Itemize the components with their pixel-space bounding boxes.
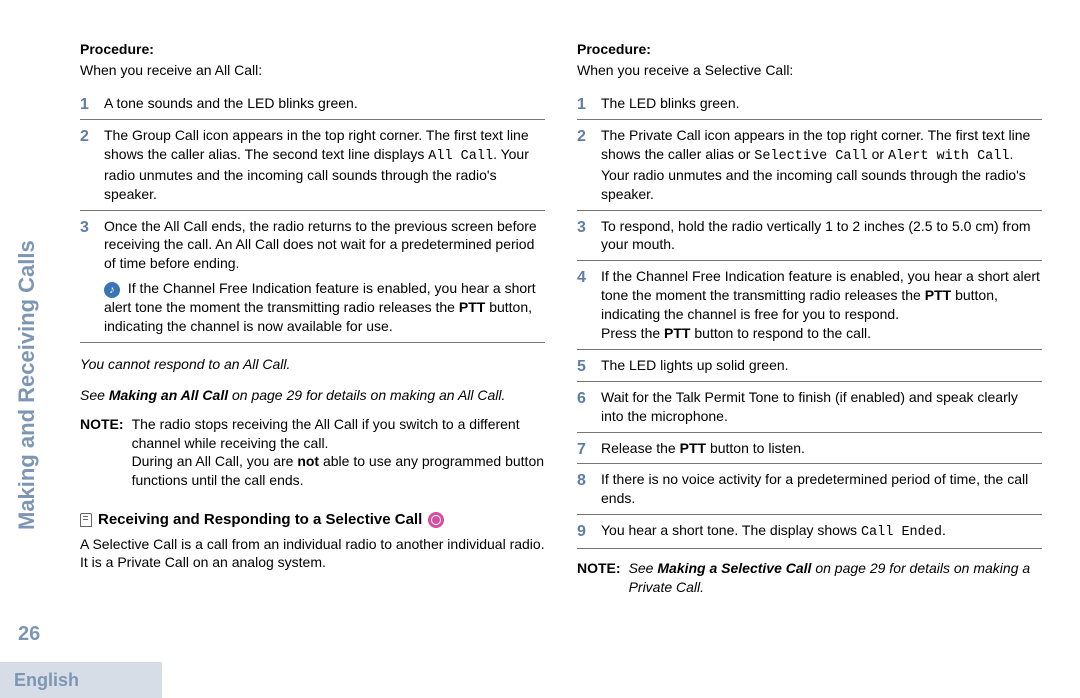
emphasis: not [297,453,319,469]
step-text: Press the [601,325,664,341]
selective-call-steps: The LED blinks green. The Private Call i… [577,88,1042,550]
see-reference: See Making an All Call on page 29 for de… [80,386,545,405]
page-number: 26 [18,621,40,648]
left-column: Procedure: When you receive an All Call:… [80,40,545,638]
note-body: See Making a Selective Call on page 29 f… [629,559,1042,597]
step-6: Wait for the Talk Permit Tone to finish … [577,382,1042,433]
note-block: NOTE: The radio stops receiving the All … [80,415,545,491]
manual-page: Making and Receiving Calls 26 English Pr… [0,0,1080,698]
step-1: A tone sounds and the LED blinks green. [80,88,545,120]
ref-link: Making a Selective Call [657,560,811,576]
all-call-steps: A tone sounds and the LED blinks green. … [80,88,545,343]
ptt-label: PTT [680,440,706,456]
step-9: You hear a short tone. The display shows… [577,515,1042,549]
section-title-vertical: Making and Receiving Calls [12,240,42,530]
ref-text: See [80,387,109,403]
ptt-label: PTT [925,287,951,303]
content-area: Procedure: When you receive an All Call:… [60,0,1080,698]
section-heading: Receiving and Responding to a Selective … [80,510,545,530]
step-text: A tone sounds and the LED blinks green. [104,95,358,111]
step-text: button to listen. [706,440,805,456]
step-1: The LED blinks green. [577,88,1042,120]
step-2: The Group Call icon appears in the top r… [80,120,545,211]
step-text: button to respond to the call. [690,325,871,341]
language-bar: English [0,662,162,698]
ref-link: Making an All Call [109,387,228,403]
cannot-respond-note: You cannot respond to an All Call. [80,355,545,374]
ref-text: on page 29 for details on making an All … [228,387,505,403]
step-text: To respond, hold the radio vertically 1 … [601,218,1031,253]
ptt-label: PTT [664,325,690,341]
procedure-label: Procedure: [577,40,1042,59]
procedure-intro: When you receive a Selective Call: [577,61,1042,80]
selective-call-icon [428,512,444,528]
procedure-label: Procedure: [80,40,545,59]
note-body: The radio stops receiving the All Call i… [132,415,545,491]
step-2: The Private Call icon appears in the top… [577,120,1042,211]
step-text: You hear a short tone. The display shows [601,522,861,538]
info-icon: ♪ [104,282,120,298]
ptt-label: PTT [459,299,485,315]
step-8: If there is no voice activity for a pred… [577,464,1042,515]
step-5: The LED lights up solid green. [577,350,1042,382]
step-text: If there is no voice activity for a pred… [601,471,1028,506]
procedure-intro: When you receive an All Call: [80,61,545,80]
step-3: To respond, hold the radio vertically 1 … [577,211,1042,262]
step-text: . [942,522,946,538]
step-text: or [868,146,888,162]
right-column: Procedure: When you receive a Selective … [577,40,1042,638]
step-4: If the Channel Free Indication feature i… [577,261,1042,350]
step-text: The LED lights up solid green. [601,357,789,373]
step-3: Once the All Call ends, the radio return… [80,211,545,343]
code-text: Alert with Call [888,149,1010,164]
heading-text: Receiving and Responding to a Selective … [98,510,422,530]
note-label: NOTE: [577,559,621,597]
note-label: NOTE: [80,415,124,491]
step-text: The LED blinks green. [601,95,740,111]
step-text: Release the [601,440,680,456]
ref-text: See [629,560,658,576]
code-text: Selective Call [754,149,867,164]
step-text: Once the All Call ends, the radio return… [104,218,537,272]
step-text: Wait for the Talk Permit Tone to finish … [601,389,1018,424]
channel-free-note: ♪ If the Channel Free Indication feature… [104,279,545,336]
sidebar: Making and Receiving Calls 26 English [0,0,60,698]
document-icon [80,513,92,527]
code-text: All Call [428,149,493,164]
note-text: During an All Call, you are [132,453,298,469]
section-intro: A Selective Call is a call from an indiv… [80,535,545,573]
note-text: The radio stops receiving the All Call i… [132,416,520,451]
note-block: NOTE: See Making a Selective Call on pag… [577,559,1042,597]
code-text: Call Ended [861,525,942,540]
step-7: Release the PTT button to listen. [577,433,1042,465]
